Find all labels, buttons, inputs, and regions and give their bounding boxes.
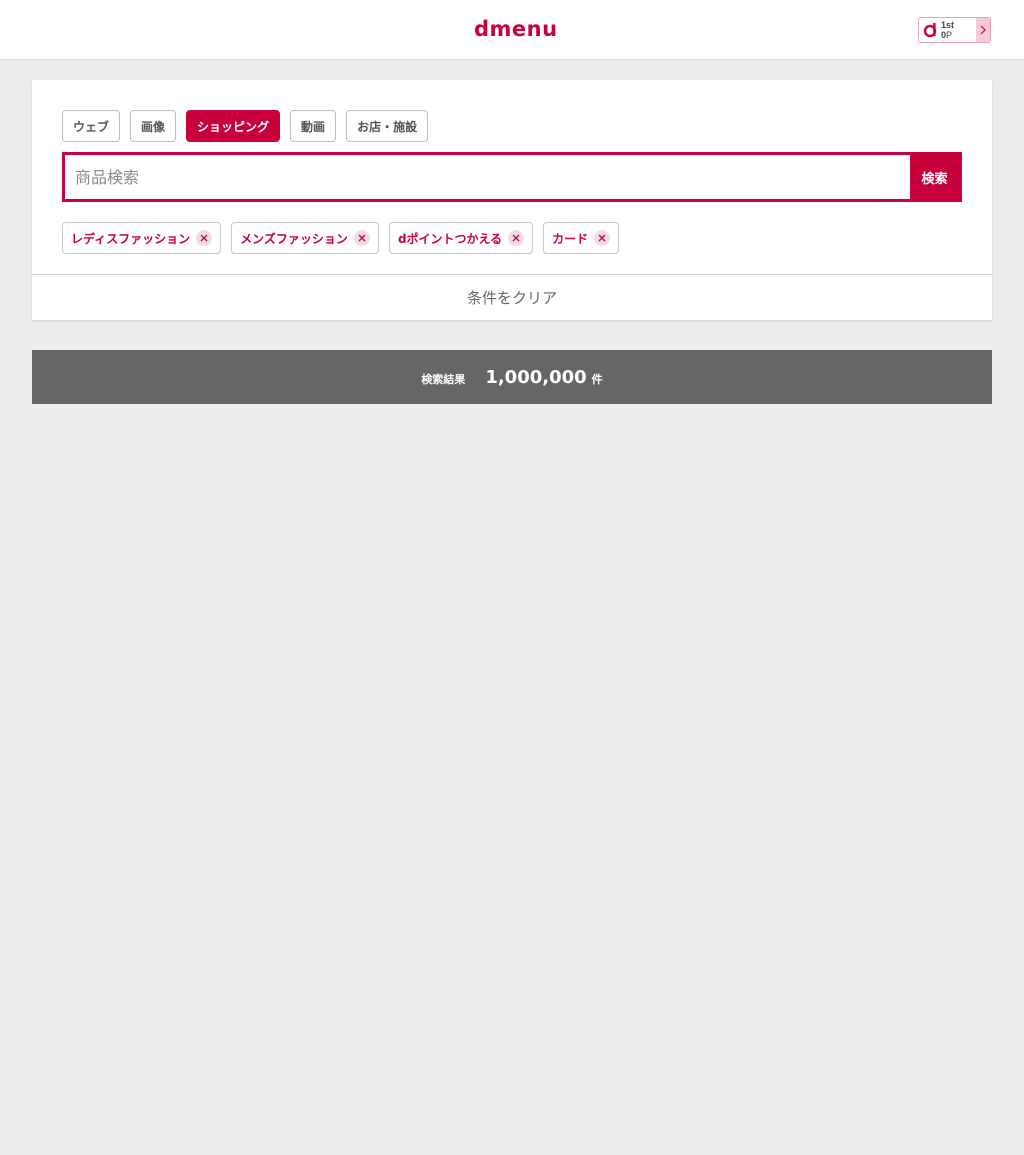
search-panel: ウェブ 画像 ショッピング 動画 お店・施設 検索 レディスファッション メンズ… [32, 80, 992, 320]
result-count: 1,000,000 [485, 366, 587, 388]
tab-places[interactable]: お店・施設 [346, 110, 429, 142]
close-icon[interactable] [196, 230, 213, 246]
filter-chip-label: レディスファッション [71, 231, 191, 246]
result-count-bar: 検索結果 1,000,000 件 [32, 350, 992, 404]
dpoint-badge[interactable]: 1st 0P [918, 17, 991, 43]
search-button[interactable]: 検索 [910, 155, 959, 199]
filter-chip-mens-fashion: メンズファッション [231, 222, 379, 254]
clear-filters-button[interactable]: 条件をクリア [32, 275, 992, 320]
filter-chip-dpoint-usable: dポイントつかえる [388, 222, 534, 254]
search-bar: 検索 [62, 152, 962, 202]
tab-videos[interactable]: 動画 [290, 110, 337, 142]
result-label: 検索結果 [421, 372, 466, 386]
top-header: dmenu 1st 0P [0, 0, 1024, 60]
result-unit: 件 [591, 372, 603, 386]
dpoint-icon [923, 23, 937, 38]
tab-web[interactable]: ウェブ [62, 110, 121, 142]
dmenu-logo[interactable]: dmenu [474, 17, 558, 41]
dpoint-unit: P [946, 30, 953, 40]
tab-images[interactable]: 画像 [130, 110, 177, 142]
filter-chip-label: メンズファッション [240, 231, 348, 246]
chevron-right-icon [976, 18, 990, 42]
search-type-tabs: ウェブ 画像 ショッピング 動画 お店・施設 [62, 110, 429, 142]
filter-chips: レディスファッション メンズファッション dポイントつかえる カード [62, 222, 620, 254]
filter-chip-ladies-fashion: レディスファッション [62, 222, 222, 254]
filter-chip-label: dポイントつかえる [397, 231, 503, 246]
dpoint-balance: 0P [941, 31, 952, 40]
logo-text: dmenu [474, 17, 558, 41]
close-icon[interactable] [353, 230, 370, 246]
dpoint-rank: 1st [941, 20, 955, 30]
filter-chip-label: カード [552, 231, 589, 246]
search-input[interactable] [65, 155, 910, 199]
tab-shopping[interactable]: ショッピング [186, 110, 281, 142]
close-icon[interactable] [594, 230, 611, 246]
filter-chip-card: カード [543, 222, 620, 254]
close-icon[interactable] [508, 230, 525, 246]
